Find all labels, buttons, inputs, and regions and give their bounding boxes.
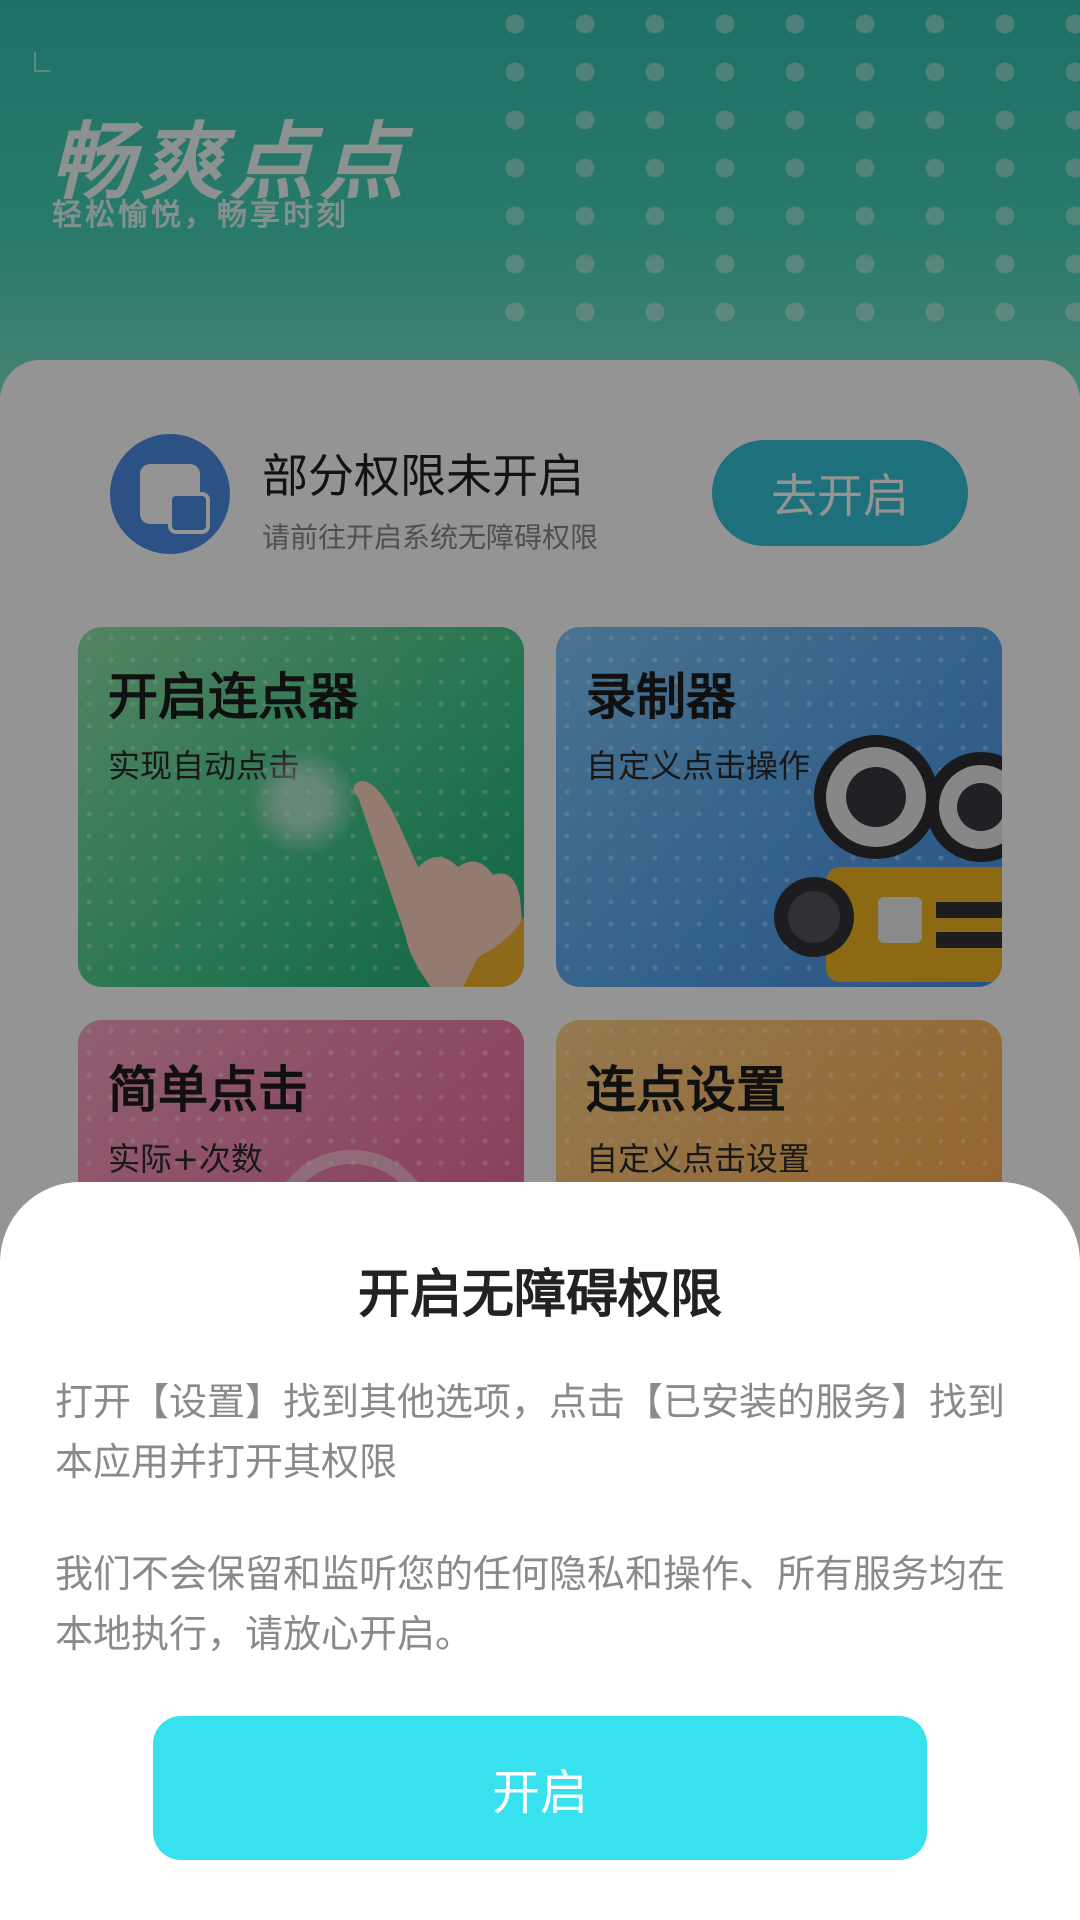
- enable-button[interactable]: 开启: [153, 1716, 927, 1860]
- dialog-title: 开启无障碍权限: [357, 1265, 722, 1325]
- accessibility-permission-dialog: 开启无障碍权限 打开【设置】找到其他选项，点击【已安装的服务】找到本应用并打开其…: [0, 1182, 1080, 1920]
- dialog-instruction-text: 打开【设置】找到其他选项，点击【已安装的服务】找到本应用并打开其权限: [55, 1380, 1006, 1484]
- dialog-privacy-text: 我们不会保留和监听您的任何隐私和操作、所有服务均在本地执行，请放心开启。: [55, 1552, 1006, 1656]
